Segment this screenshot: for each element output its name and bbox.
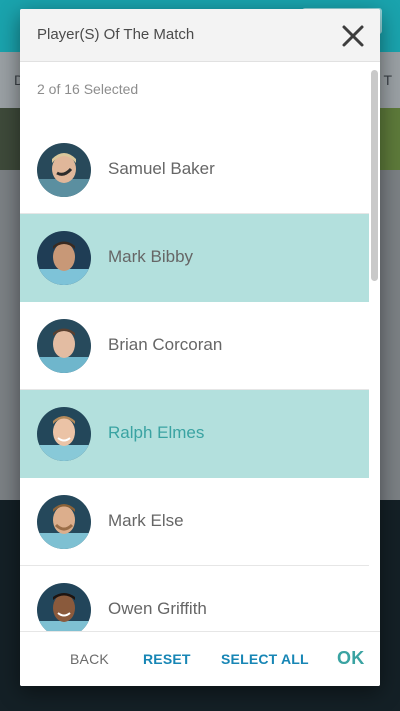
player-name: Brian Corcoran <box>108 335 223 354</box>
player-name: Ralph Elmes <box>108 423 205 442</box>
player-name: Mark Else <box>108 511 184 530</box>
player-row[interactable]: Brian Corcoran <box>20 302 369 390</box>
player-avatar <box>37 319 91 373</box>
player-avatar <box>37 583 91 631</box>
player-avatar <box>37 495 91 549</box>
dialog-title: Player(S) Of The Match <box>37 26 195 43</box>
player-avatar <box>37 231 91 285</box>
selection-count: 2 of 16 Selected <box>37 81 139 97</box>
player-name: Samuel Baker <box>108 159 215 178</box>
ok-button[interactable]: OK <box>337 648 364 669</box>
player-row[interactable]: Owen Griffith <box>20 566 369 631</box>
scrollbar-thumb[interactable] <box>371 70 378 281</box>
background-subbar-right-text: T <box>383 72 392 88</box>
reset-button[interactable]: RESET <box>143 651 191 667</box>
player-avatar <box>37 407 91 461</box>
select-all-button[interactable]: SELECT ALL <box>221 651 309 667</box>
player-row[interactable]: Mark Bibby <box>20 214 369 302</box>
player-avatar <box>37 143 91 197</box>
back-button[interactable]: BACK <box>70 651 109 667</box>
player-row[interactable]: Ralph Elmes <box>20 390 369 478</box>
player-row[interactable]: Mark Else <box>20 478 369 566</box>
player-row[interactable]: Samuel Baker <box>20 126 369 214</box>
player-name: Mark Bibby <box>108 247 194 266</box>
close-icon <box>342 25 364 47</box>
dialog-header: Player(S) Of The Match <box>20 9 380 62</box>
player-of-match-dialog: Player(S) Of The Match 2 of 16 Selected … <box>20 9 380 686</box>
dialog-footer: BACK RESET SELECT ALL OK <box>20 631 380 686</box>
list-scrollbar[interactable] <box>369 62 380 631</box>
player-list: Samuel Baker Mark Bibby Brian Corcoran R… <box>20 126 369 631</box>
close-button[interactable] <box>338 21 368 51</box>
player-name: Owen Griffith <box>108 599 207 618</box>
